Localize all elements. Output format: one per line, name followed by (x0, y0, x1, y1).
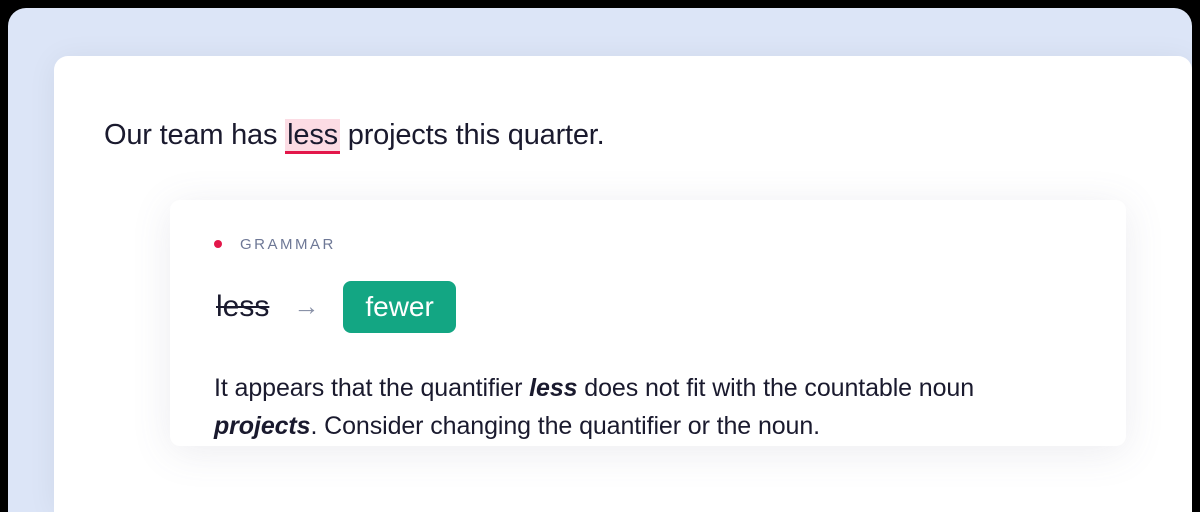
explanation-em2: projects (214, 412, 310, 440)
card-header: GRAMMAR (214, 236, 1082, 253)
explanation-em1: less (529, 374, 577, 402)
sentence-before: Our team has (104, 119, 285, 151)
editor-card: Our team has less projects this quarter.… (54, 56, 1192, 512)
explanation-text: It appears that the quantifier less does… (214, 369, 1082, 447)
arrow-icon: → (293, 291, 319, 322)
explanation-part2: does not fit with the countable noun (577, 374, 974, 402)
explanation-part3: . Consider changing the quantifier or th… (310, 412, 820, 440)
explanation-part1: It appears that the quantifier (214, 374, 529, 402)
accept-suggestion-button[interactable]: fewer (343, 281, 455, 333)
correction-row: less → fewer (216, 281, 1082, 333)
sentence-after: projects this quarter. (340, 119, 605, 151)
incorrect-word: less (216, 290, 269, 324)
category-label: GRAMMAR (240, 236, 336, 253)
suggestion-card: GRAMMAR less → fewer It appears that the… (170, 200, 1126, 447)
highlighted-error-word[interactable]: less (285, 119, 340, 154)
app-root: Our team has less projects this quarter.… (0, 0, 1200, 512)
sentence-text: Our team has less projects this quarter. (104, 114, 1126, 158)
severity-dot-icon (214, 240, 222, 248)
